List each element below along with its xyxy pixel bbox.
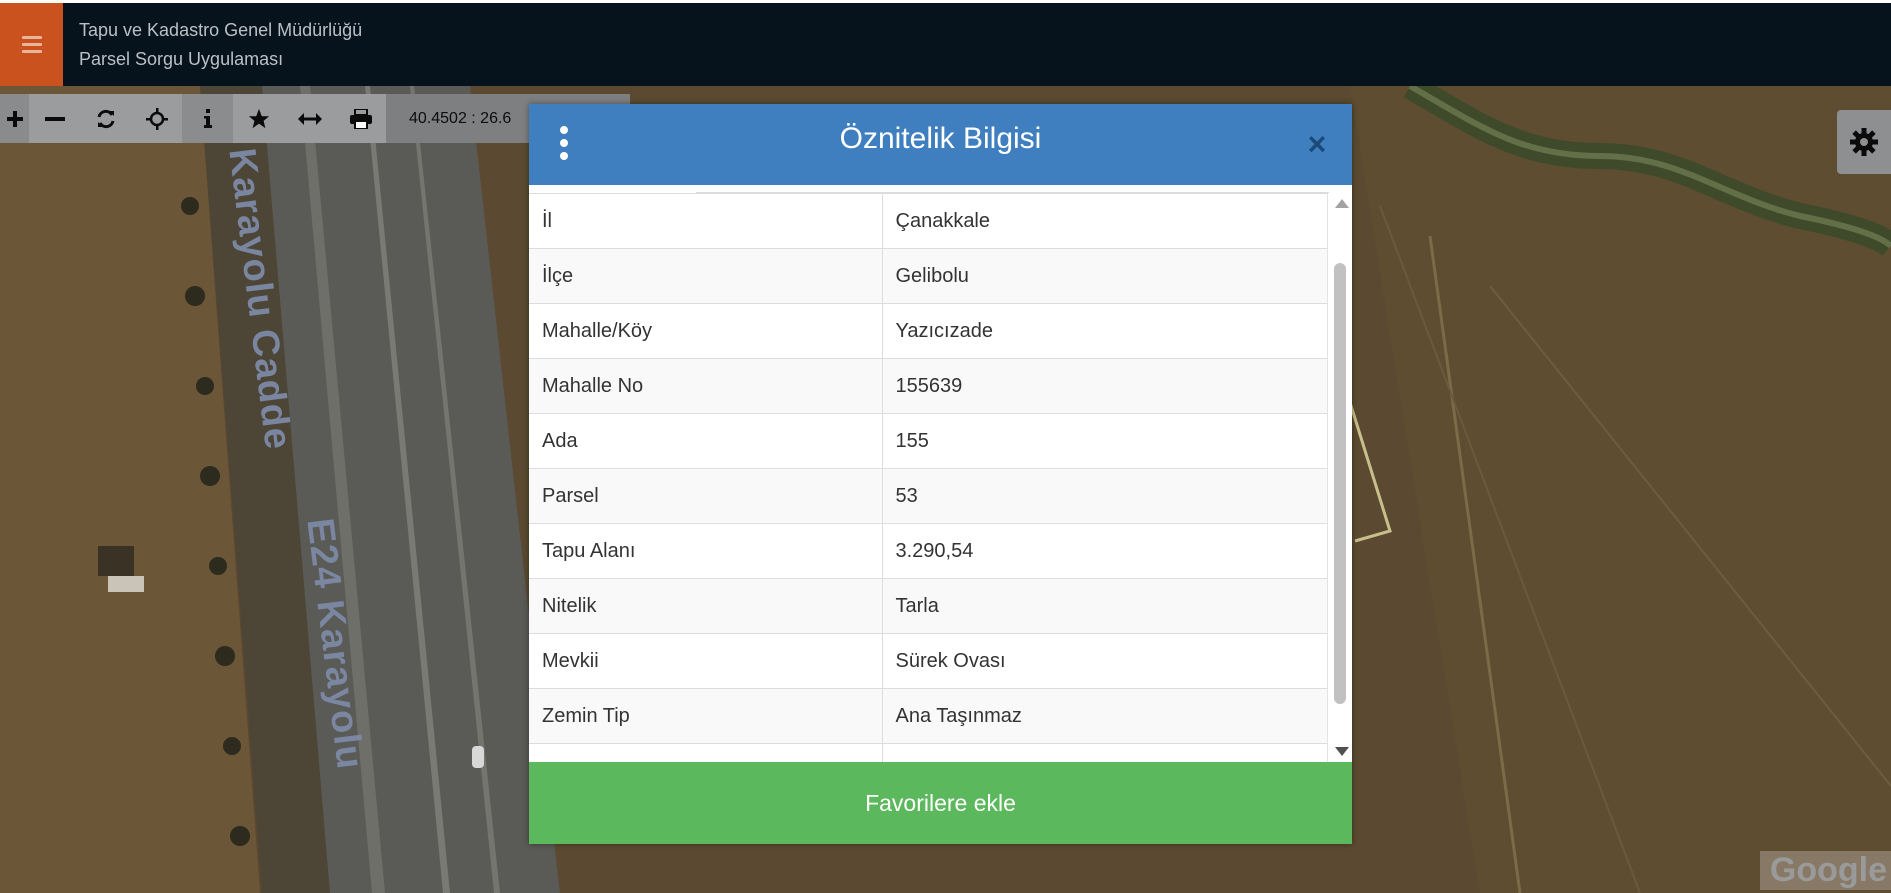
info-button[interactable] <box>182 94 233 143</box>
attribute-value: Tarla <box>882 578 1327 634</box>
attribute-value: Gelibolu <box>882 248 1327 304</box>
scroll-up-arrow-icon[interactable] <box>1335 199 1349 208</box>
attribute-value: Sürek Ovası <box>882 633 1327 689</box>
attribute-value: 155639 <box>882 358 1327 414</box>
dialog-header: Öznitelik Bilgisi × <box>529 104 1352 185</box>
hamburger-menu-button[interactable] <box>0 3 63 86</box>
table-row: Mahalle/Köy Yazıcızade <box>529 303 1327 359</box>
attribute-table-container: İl Çanakkale İlçe Gelibolu Mahalle/Köy Yazı… <box>529 193 1327 762</box>
print-icon <box>349 108 372 129</box>
table-row: Tapu Alanı 3.290,54 <box>529 523 1327 579</box>
table-row: İlçe Gelibolu <box>529 248 1327 304</box>
table-scrollbar[interactable] <box>1327 193 1352 762</box>
attribute-key: Zemin Tip <box>529 688 883 744</box>
attribute-key: Mevkii <box>529 633 883 689</box>
star-icon <box>248 108 269 128</box>
table-row: Ada 155 <box>529 413 1327 469</box>
attribute-key: İl <box>529 193 883 249</box>
locate-button[interactable] <box>131 94 182 143</box>
table-row: Nitelik Tarla <box>529 578 1327 634</box>
attribute-key: Tapu Alanı <box>529 523 883 579</box>
refresh-icon <box>97 109 114 128</box>
info-icon <box>203 108 212 128</box>
close-icon[interactable]: × <box>1304 128 1330 160</box>
attribute-key: Parsel <box>529 468 883 524</box>
minus-icon <box>44 116 65 121</box>
attribute-key: Mahalle/Köy <box>529 303 883 359</box>
crosshair-icon <box>145 107 168 130</box>
measure-button[interactable] <box>284 94 335 143</box>
attribute-value: Ana Taşınmaz <box>882 688 1327 744</box>
attribute-key: Nitelik <box>529 578 883 634</box>
attribute-key: Ada <box>529 413 883 469</box>
arrows-horizontal-icon <box>297 112 322 125</box>
plus-icon <box>6 110 23 127</box>
table-row: İl Çanakkale <box>529 193 1327 249</box>
attribute-value: 53 <box>882 468 1327 524</box>
table-row <box>529 743 1327 762</box>
app-title-line2: Parsel Sorgu Uygulaması <box>79 49 284 69</box>
table-row: Mahalle No 155639 <box>529 358 1327 414</box>
app-title: Tapu ve Kadastro Genel Müdürlüğü Parsel … <box>79 16 362 74</box>
attribute-value <box>882 743 1327 762</box>
favorite-button[interactable] <box>233 94 284 143</box>
refresh-button[interactable] <box>80 94 131 143</box>
table-row: Zemin Tip Ana Taşınmaz <box>529 688 1327 744</box>
attribute-key <box>529 743 883 762</box>
attribute-key: İlçe <box>529 248 883 304</box>
attribute-info-dialog: Öznitelik Bilgisi × İl Çanakkale İlçe Geli… <box>529 104 1352 844</box>
app-title-line1: Tapu ve Kadastro Genel Müdürlüğü <box>79 20 363 40</box>
table-row: Mevkii Sürek Ovası <box>529 633 1327 689</box>
scroll-down-arrow-icon[interactable] <box>1335 747 1349 756</box>
settings-button[interactable] <box>1837 110 1891 174</box>
zoom-out-button[interactable] <box>29 94 80 143</box>
scrollbar-thumb[interactable] <box>1334 263 1346 704</box>
print-button[interactable] <box>335 94 386 143</box>
zoom-in-button[interactable] <box>0 94 29 143</box>
attribute-key: Mahalle No <box>529 358 883 414</box>
table-row: Parsel 53 <box>529 468 1327 524</box>
attribute-value: 155 <box>882 413 1327 469</box>
dialog-title: Öznitelik Bilgisi <box>839 122 1042 155</box>
google-attribution-logo: Google <box>1759 851 1891 890</box>
attribute-value: Çanakkale <box>882 193 1327 249</box>
add-to-favorites-button[interactable]: Favorilere ekle <box>529 762 1352 844</box>
attribute-value: Yazıcızade <box>882 303 1327 359</box>
hamburger-icon <box>21 32 42 57</box>
app-header: Tapu ve Kadastro Genel Müdürlüğü Parsel … <box>0 3 1891 86</box>
attribute-value: 3.290,54 <box>882 523 1327 579</box>
gear-icon <box>1850 128 1878 156</box>
attribute-table: İl Çanakkale İlçe Gelibolu Mahalle/Köy Yazı… <box>529 193 1327 762</box>
